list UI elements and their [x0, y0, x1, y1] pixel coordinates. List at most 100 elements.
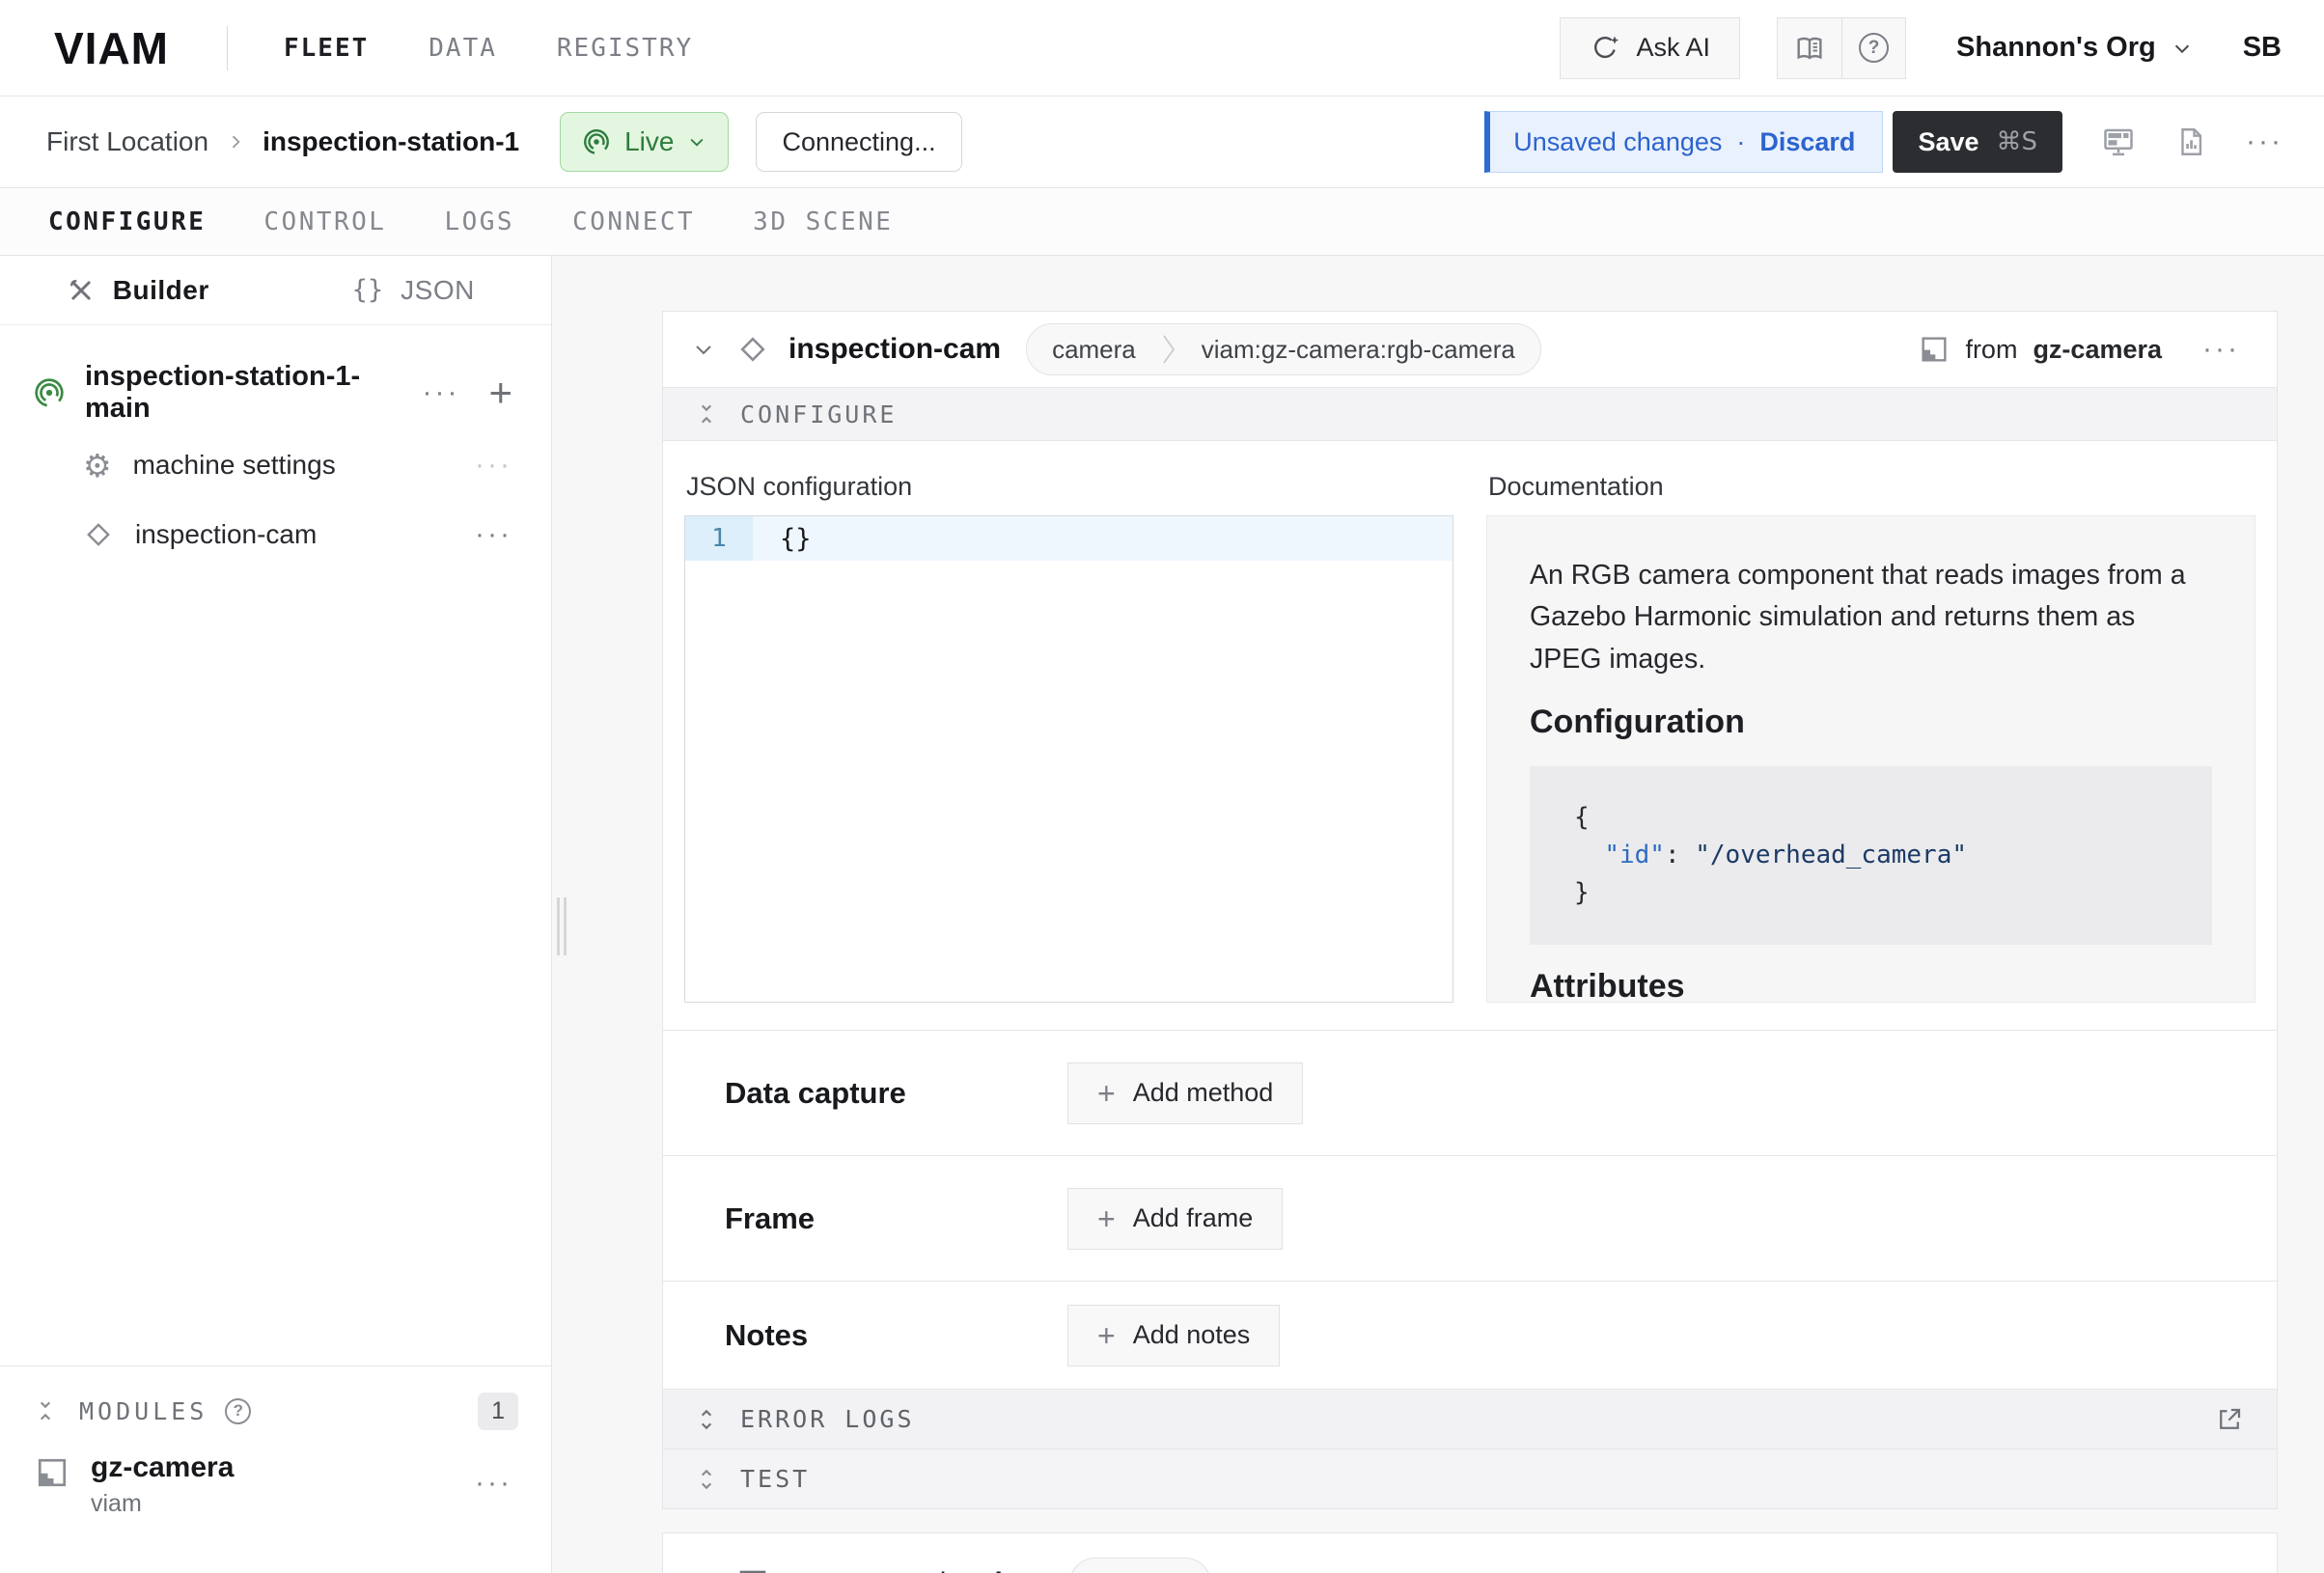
breadcrumb-chevron-icon	[226, 132, 245, 152]
add-component-icon[interactable]: +	[488, 373, 512, 413]
part-broadcast-icon	[33, 376, 66, 409]
machine-settings-label: machine settings	[133, 450, 336, 481]
config-sidebar: Builder {} JSON inspection	[0, 256, 552, 1573]
discard-link[interactable]: Discard	[1759, 127, 1855, 157]
chevron-down-icon	[687, 132, 706, 152]
breadcrumb-location[interactable]: First Location	[46, 126, 208, 157]
mode-json[interactable]: {} JSON	[276, 256, 552, 324]
nav-fleet[interactable]: FLEET	[284, 34, 369, 63]
line-code: {}	[753, 516, 1452, 561]
component-more-icon[interactable]: ···	[2202, 335, 2240, 364]
header-right: Ask AI ? Shannon's Org	[1560, 17, 2282, 79]
tree-root-machine-part[interactable]: inspection-station-1-main ··· +	[0, 362, 551, 424]
sidebar-resize-handle[interactable]	[557, 897, 567, 955]
ai-sparkle-icon	[1590, 33, 1620, 64]
help-icon[interactable]: ?	[1841, 18, 1905, 78]
from-module: from gz-camera	[1919, 334, 2162, 365]
plus-icon: +	[1097, 1203, 1116, 1234]
collapse-icon	[694, 401, 719, 427]
docs-book-icon[interactable]	[1778, 18, 1841, 78]
modules-help-icon[interactable]: ?	[225, 1398, 251, 1424]
more-actions-icon[interactable]: ···	[2246, 127, 2283, 156]
mode-builder[interactable]: Builder	[0, 256, 276, 324]
module-more-icon[interactable]: ···	[475, 1469, 512, 1498]
avatar[interactable]: SB	[2243, 32, 2282, 64]
org-switcher[interactable]: Shannon's Org	[1956, 32, 2193, 64]
module-tag: module	[1069, 1558, 1211, 1573]
tag-camera: camera	[1027, 335, 1161, 365]
chevron-down-icon	[2172, 38, 2193, 59]
error-logs-toggle[interactable]: ERROR LOGS	[663, 1389, 2277, 1449]
component-card-inspection-cam: inspection-cam camera viam:gz-camera:rgb…	[662, 311, 2278, 1509]
modules-title: MODULES	[79, 1397, 208, 1425]
save-button[interactable]: Save ⌘S	[1893, 111, 2062, 173]
json-config-editor[interactable]: 1 {}	[684, 515, 1453, 1003]
machine-bar-right: Unsaved changes · Discard Save ⌘S	[1484, 111, 2283, 173]
root-more-icon[interactable]: ···	[422, 378, 459, 407]
expand-icon	[694, 1467, 719, 1492]
expand-icon	[694, 1407, 719, 1432]
unsaved-changes-banner: Unsaved changes · Discard	[1484, 111, 1883, 173]
modules-block: MODULES ? 1 gz-camera via	[0, 1366, 551, 1573]
nav-data[interactable]: DATA	[429, 34, 497, 63]
machine-tab-bar: CONFIGURE CONTROL LOGS CONNECT 3D SCENE	[0, 188, 2324, 256]
module-org: viam	[91, 1490, 234, 1518]
ask-ai-label: Ask AI	[1636, 33, 1710, 63]
registry-link[interactable]: Registry	[1244, 1569, 1380, 1573]
report-file-icon[interactable]	[2174, 125, 2207, 158]
component-type-tag: camera viam:gz-camera:rgb-camera	[1026, 323, 1541, 375]
mode-toggle: Builder {} JSON	[0, 256, 551, 325]
data-capture-label: Data capture	[725, 1076, 1067, 1111]
question-glyph: ?	[225, 1398, 251, 1424]
module-card-gz-camera: gz-camera by viam module Registry	[662, 1532, 2278, 1573]
tree-item-machine-settings[interactable]: ⚙ machine settings ···	[0, 437, 551, 493]
live-status-dropdown[interactable]: Live	[560, 112, 729, 172]
plus-icon: +	[1097, 1078, 1116, 1109]
tree-item-inspection-cam[interactable]: inspection-cam ···	[0, 507, 551, 563]
configure-body: JSON configuration 1 {} Documentation An…	[663, 441, 2277, 1030]
machine-tree: inspection-station-1-main ··· + ⚙ machin…	[0, 325, 551, 1366]
tab-connect[interactable]: CONNECT	[572, 207, 695, 236]
breadcrumb-machine: inspection-station-1	[263, 126, 519, 157]
ask-ai-button[interactable]: Ask AI	[1560, 17, 1740, 79]
connecting-button[interactable]: Connecting...	[756, 112, 961, 172]
documentation-panel[interactable]: An RGB camera component that reads image…	[1486, 515, 2255, 1003]
broadcast-icon	[582, 127, 611, 156]
viam-logo[interactable]: VIAM	[54, 22, 169, 74]
code-value: "/overhead_camera"	[1695, 841, 1967, 869]
test-toggle[interactable]: TEST	[663, 1449, 2277, 1508]
add-method-button[interactable]: + Add method	[1067, 1062, 1303, 1124]
machine-settings-more-icon[interactable]: ···	[475, 451, 512, 480]
dot-separator: ·	[1736, 127, 1745, 157]
open-external-icon[interactable]	[2215, 1405, 2244, 1434]
module-card-by: by	[940, 1567, 971, 1573]
tab-3d-scene[interactable]: 3D SCENE	[753, 207, 893, 236]
modules-header[interactable]: MODULES ? 1	[0, 1386, 551, 1436]
tab-logs[interactable]: LOGS	[444, 207, 514, 236]
viam-app: VIAM FLEET DATA REGISTRY Ask AI	[0, 0, 2324, 1573]
tab-control[interactable]: CONTROL	[263, 207, 386, 236]
module-card-name: gz-camera	[788, 1567, 931, 1573]
module-list-item[interactable]: gz-camera viam ···	[0, 1451, 551, 1518]
machine-dashboard-icon[interactable]	[2101, 124, 2136, 159]
tag-model: viam:gz-camera:rgb-camera	[1176, 335, 1540, 365]
configure-section-label: CONFIGURE	[740, 400, 897, 428]
inspection-cam-more-icon[interactable]: ···	[475, 520, 512, 549]
doc-attributes-heading: Attributes	[1530, 968, 2212, 1003]
json-label: JSON	[401, 275, 475, 306]
documentation-column: Documentation An RGB camera component th…	[1486, 466, 2255, 1003]
collapse-chevron-icon[interactable]	[692, 338, 715, 361]
data-capture-section: Data capture + Add method	[663, 1030, 2277, 1155]
tab-configure[interactable]: CONFIGURE	[48, 207, 206, 236]
org-name: Shannon's Org	[1956, 32, 2156, 64]
add-notes-button[interactable]: + Add notes	[1067, 1305, 1280, 1366]
configure-section-toggle[interactable]: CONFIGURE	[663, 387, 2277, 441]
notes-section: Notes + Add notes	[663, 1281, 2277, 1389]
help-icon-group: ?	[1777, 17, 1906, 79]
add-frame-button[interactable]: + Add frame	[1067, 1188, 1283, 1250]
nav-registry[interactable]: REGISTRY	[557, 34, 693, 63]
component-card-header: inspection-cam camera viam:gz-camera:rgb…	[663, 312, 2277, 387]
doc-configuration-heading: Configuration	[1530, 704, 2212, 741]
root-part-name: inspection-station-1-main	[85, 361, 422, 425]
plus-icon: +	[1097, 1320, 1116, 1351]
